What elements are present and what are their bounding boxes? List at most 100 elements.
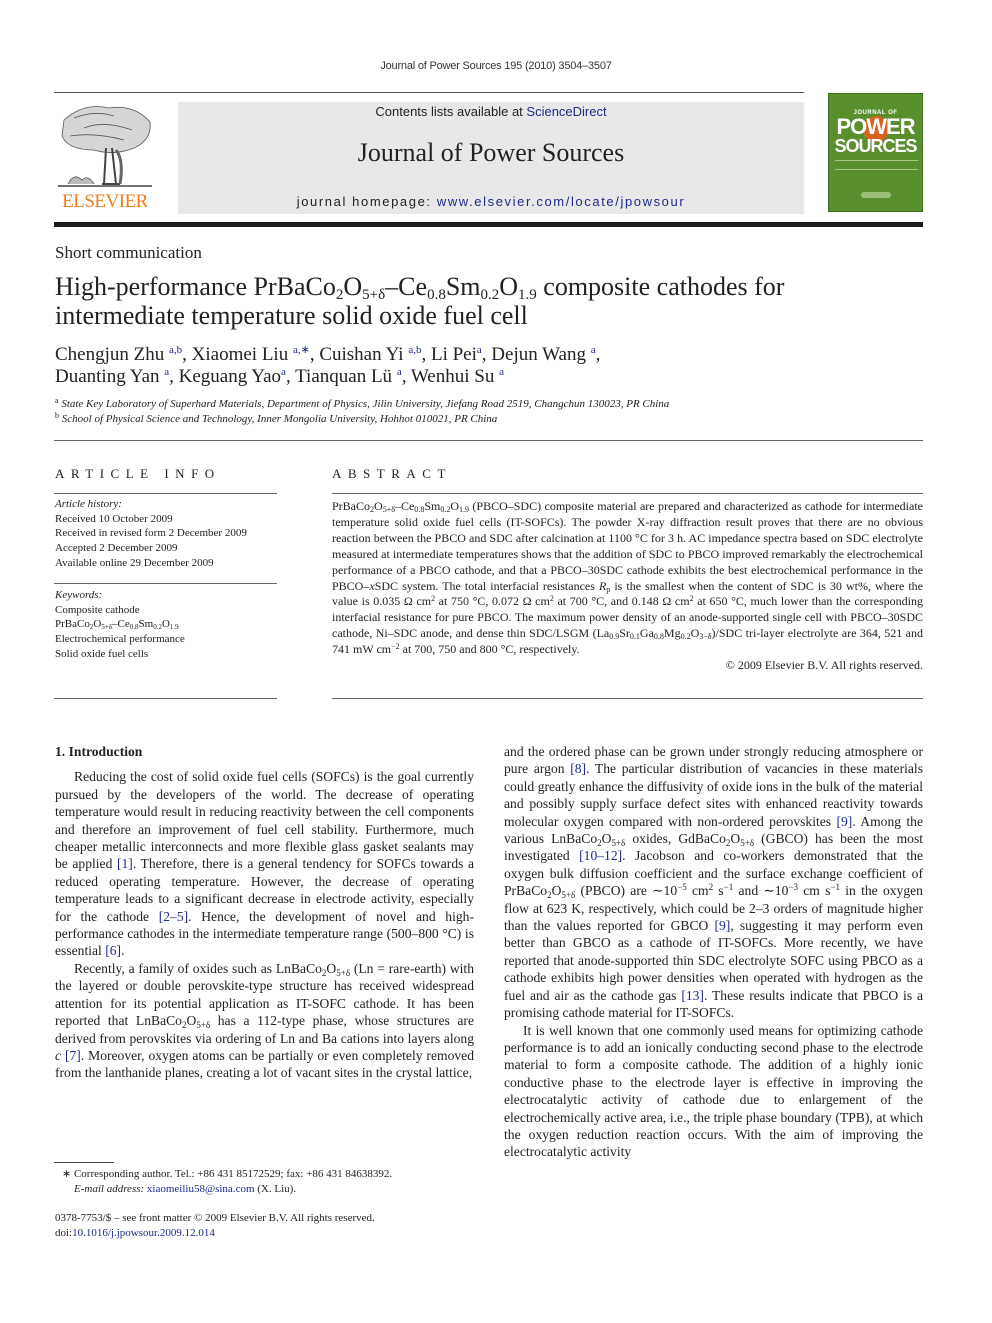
citation-link[interactable]: [13]	[681, 988, 704, 1003]
divider	[332, 493, 923, 494]
t: Mg	[663, 626, 681, 641]
paragraph: Recently, a family of oxides such as LnB…	[55, 960, 474, 1082]
front-matter: 0378-7753/$ – see front matter © 2009 El…	[55, 1211, 475, 1241]
sup: −5	[677, 882, 687, 893]
keyword: Electrochemical performance	[55, 633, 185, 646]
separator: ,	[421, 344, 431, 365]
keywords-label: Keywords:	[55, 589, 103, 601]
author[interactable]: Wenhui Su a	[411, 366, 504, 387]
keyword: PrBaCo2O5+δ–Ce0.8Sm0.2O1.9	[55, 617, 280, 632]
issn-line: 0378-7753/$ – see front matter © 2009 El…	[55, 1212, 375, 1224]
article-history: Article history: Received 10 October 200…	[55, 497, 280, 571]
t: –Ce	[394, 499, 415, 513]
affiliation-text: State Key Laboratory of Superhard Materi…	[61, 398, 670, 410]
sub: 5+δ	[196, 1020, 211, 1031]
journal-banner: Contents lists available at ScienceDirec…	[178, 102, 804, 214]
article-title: High-performance PrBaCo2O5+δ–Ce0.8Sm0.2O…	[55, 272, 915, 330]
keywords: Keywords: Composite cathode PrBaCo2O5+δ–…	[55, 588, 280, 662]
publisher-logo[interactable]: ELSEVIER	[54, 100, 156, 215]
author[interactable]: Cuishan Yi a,b	[319, 344, 421, 365]
kw-text: –Ce	[112, 618, 130, 631]
history-item: Received in revised form 2 December 2009	[55, 527, 247, 540]
author-name: Wenhui Su	[410, 366, 495, 387]
t: O	[730, 831, 741, 847]
separator: ,	[169, 366, 179, 387]
author[interactable]: Tianquan Lü a	[295, 366, 402, 387]
t: cm s	[797, 883, 831, 899]
author[interactable]: Li Peia	[431, 344, 482, 365]
sub: 0.2	[680, 632, 691, 642]
sub: 5+δ	[611, 838, 626, 849]
t: O	[374, 499, 383, 513]
sup: −2	[391, 642, 400, 652]
title-divider	[54, 440, 923, 441]
affiliation-marker[interactable]: a,∗	[293, 344, 310, 356]
author-name: Li Pei	[430, 344, 477, 365]
t: (PBCO) are ∼10	[575, 883, 678, 899]
affiliation-marker[interactable]: a	[499, 366, 504, 378]
affiliation-marker[interactable]: a,b	[408, 344, 421, 356]
separator: ,	[401, 366, 411, 387]
top-rule	[54, 92, 804, 93]
separator: ,	[182, 344, 192, 365]
author-name: Dejun Wang	[491, 344, 586, 365]
author[interactable]: Chengjun Zhu a,b	[55, 344, 182, 365]
cover-subtitle-lines	[835, 160, 918, 170]
keyword: Solid oxide fuel cells	[55, 647, 149, 660]
cover-line2: POWER	[836, 114, 915, 139]
t: O	[186, 1013, 197, 1029]
email-label: E-mail address:	[74, 1182, 145, 1195]
title-text: O	[499, 272, 519, 301]
citation-link[interactable]: [1]	[117, 856, 133, 871]
citation-link[interactable]: [9]	[714, 918, 730, 933]
t: PrBaCo	[332, 499, 371, 513]
t: oxides, GdBaCo	[625, 831, 726, 847]
cover-publisher-mark	[861, 192, 891, 198]
author[interactable]: Duanting Yan a	[55, 366, 169, 387]
sub: 0.9	[609, 632, 620, 642]
title-text: O	[343, 272, 363, 301]
author-list: Chengjun Zhu a,b, Xiaomei Liu a,∗, Cuish…	[55, 344, 915, 388]
citation-link[interactable]: [7]	[65, 1048, 81, 1063]
running-head: Journal of Power Sources 195 (2010) 3504…	[380, 60, 612, 72]
author-name: Cuishan Yi	[319, 344, 404, 365]
journal-cover-thumbnail[interactable]: JOURNAL OF POWER SOURCES	[828, 93, 923, 212]
citation-link[interactable]: [6]	[105, 943, 121, 958]
divider	[332, 698, 923, 699]
body-column-left: 1. Introduction Reducing the cost of sol…	[55, 743, 474, 1082]
footnote-line: ∗ Corresponding author. Tel.: +86 431 85…	[62, 1167, 482, 1182]
email-link[interactable]: xiaomeiliu58@sina.com	[147, 1183, 255, 1195]
author[interactable]: Xiaomei Liu a,∗	[192, 344, 310, 365]
sciencedirect-link[interactable]: ScienceDirect	[526, 104, 606, 119]
citation-link[interactable]: [9]	[836, 814, 852, 829]
citation-link[interactable]: [8]	[570, 761, 586, 776]
author-name: Xiaomei Liu	[191, 344, 289, 365]
divider	[54, 698, 277, 699]
contents-line: Contents lists available at ScienceDirec…	[178, 104, 804, 119]
affiliation: a State Key Laboratory of Superhard Mate…	[55, 397, 915, 412]
t: O	[326, 960, 337, 976]
t: O	[601, 831, 612, 847]
t: Sm	[424, 499, 441, 513]
author[interactable]: Keguang Yaoa	[179, 366, 286, 387]
citation-link[interactable]: [2–5]	[159, 909, 188, 924]
t: O	[690, 626, 700, 641]
kw-text: O	[161, 618, 170, 631]
history-item: Received 10 October 2009	[55, 512, 173, 525]
homepage-link[interactable]: www.elsevier.com/locate/jpowsour	[437, 194, 685, 209]
paragraph: and the ordered phase can be grown under…	[504, 743, 923, 1022]
footnote-text: Corresponding author. Tel.: +86 431 8517…	[71, 1168, 393, 1180]
doi-label: doi:	[55, 1227, 73, 1239]
doi-line: doi:10.1016/j.jpowsour.2009.12.014	[55, 1226, 475, 1241]
title-text: High-performance PrBaCo	[55, 272, 336, 301]
divider	[54, 583, 277, 584]
author[interactable]: Dejun Wang a	[491, 344, 595, 365]
abstract-copyright: © 2009 Elsevier B.V. All rights reserved…	[725, 658, 923, 673]
t: Recently, a family of oxides such as LnB…	[74, 960, 322, 976]
citation-link[interactable]: [10–12]	[579, 848, 622, 863]
doi-link[interactable]: 10.1016/j.jpowsour.2009.12.014	[72, 1227, 215, 1239]
kw-sub: 0.2	[153, 623, 162, 632]
affiliation-marker[interactable]: a,b	[169, 344, 182, 356]
affiliation-key: b	[55, 411, 59, 420]
affiliation-text: School of Physical Science and Technolog…	[61, 413, 498, 425]
